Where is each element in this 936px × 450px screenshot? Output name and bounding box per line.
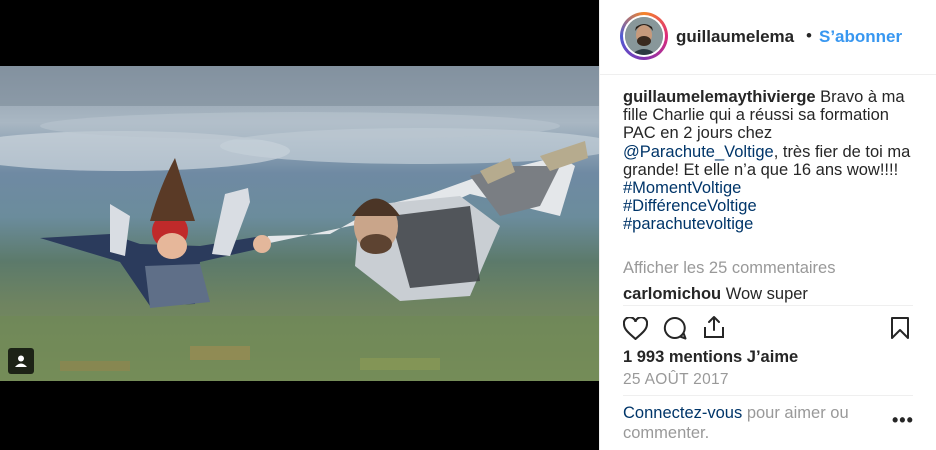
follow-button[interactable]: S’abonner [819, 27, 902, 47]
hashtag-link[interactable]: #parachutevoltige [623, 215, 923, 233]
post-date[interactable]: 25 AOÛT 2017 [623, 371, 729, 389]
post-caption: guillaumelemaythivierge Bravo à ma fille… [623, 88, 923, 234]
comment-item: carlomichou Wow super [623, 285, 808, 304]
bookmark-icon[interactable] [887, 315, 913, 341]
hashtag-link[interactable]: #DifférenceVoltige [623, 197, 923, 215]
view-all-comments-link[interactable]: Afficher les 25 commentaires [623, 259, 835, 278]
comment-text: Wow super [721, 285, 808, 303]
login-prompt: Connectez-vous pour aimer ou commenter. [623, 403, 883, 443]
more-options-button[interactable]: ••• [892, 410, 914, 431]
heart-icon[interactable] [622, 315, 648, 341]
caption-username[interactable]: guillaumelemaythivierge [623, 88, 816, 106]
post-header: guillaumelema • S’abonner [600, 0, 936, 75]
post-panel: guillaumelema • S’abonner guillaumelemay… [599, 0, 936, 450]
avatar[interactable] [620, 12, 668, 60]
likes-count[interactable]: 1 993 mentions J’aime [623, 348, 798, 367]
header-separator: • [806, 26, 812, 45]
media-area [0, 0, 599, 450]
header-username[interactable]: guillaumelema [676, 27, 804, 47]
share-icon[interactable] [701, 314, 727, 340]
comment-icon[interactable] [662, 315, 688, 341]
tagged-user-icon[interactable] [8, 348, 34, 374]
hashtag-link[interactable]: #MomentVoltige [623, 179, 923, 197]
login-link[interactable]: Connectez-vous [623, 404, 742, 422]
login-divider [623, 395, 913, 396]
caption-mention-link[interactable]: @Parachute_Voltige [623, 143, 774, 161]
actions-divider [623, 305, 913, 306]
skydiving-scene [0, 66, 599, 381]
comment-username[interactable]: carlomichou [623, 285, 721, 303]
post-photo[interactable] [0, 66, 599, 381]
